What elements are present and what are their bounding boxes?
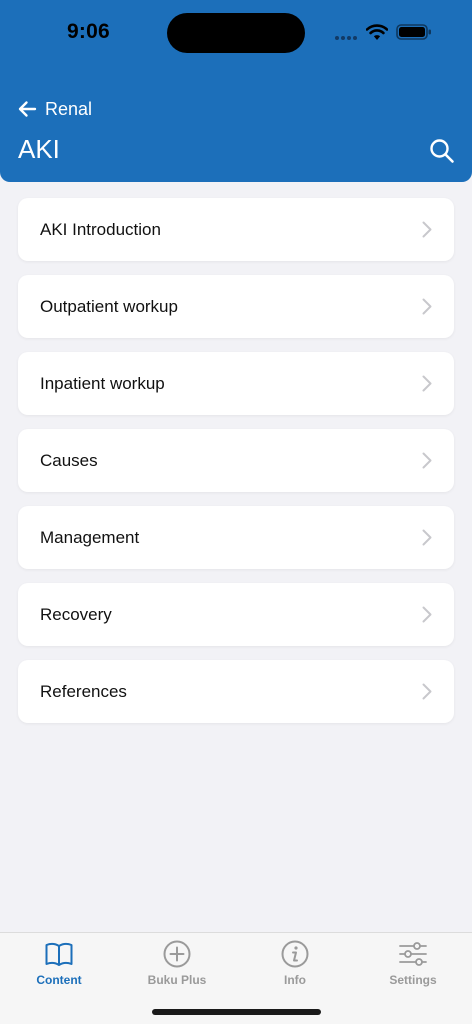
status-time: 9:06 (67, 20, 110, 43)
book-icon (45, 942, 73, 966)
search-icon[interactable] (428, 137, 456, 165)
list-item-label: Inpatient workup (40, 373, 165, 393)
chevron-right-icon (422, 375, 432, 392)
list-item-label: References (40, 681, 127, 701)
wifi-icon (366, 24, 388, 40)
list-item-recovery[interactable]: Recovery (18, 583, 454, 646)
tab-info[interactable]: Info (236, 939, 354, 999)
list-item-label: Causes (40, 450, 98, 470)
list-item-outpatient-workup[interactable]: Outpatient workup (18, 275, 454, 338)
dynamic-island (167, 13, 305, 53)
list-item-label: Management (40, 527, 140, 547)
arrow-left-icon (18, 101, 37, 117)
list-item-aki-introduction[interactable]: AKI Introduction (18, 198, 454, 261)
list-item-label: Recovery (40, 604, 112, 624)
battery-icon (396, 24, 431, 40)
chevron-right-icon (422, 683, 432, 700)
chevron-right-icon (422, 529, 432, 546)
cellular-signal-icon (335, 36, 359, 40)
list-item-references[interactable]: References (18, 660, 454, 723)
list-item-label: AKI Introduction (40, 219, 161, 239)
tab-settings[interactable]: Settings (354, 939, 472, 999)
back-label: Renal (45, 98, 93, 119)
topic-list: AKI Introduction Outpatient workup Inpat… (18, 198, 454, 737)
list-item-management[interactable]: Management (18, 506, 454, 569)
list-item-label: Outpatient workup (40, 296, 178, 316)
tab-content[interactable]: Content (0, 939, 118, 999)
chevron-right-icon (422, 298, 432, 315)
sliders-icon (399, 942, 427, 966)
list-item-causes[interactable]: Causes (18, 429, 454, 492)
page-title: AKI (18, 134, 60, 164)
home-indicator (152, 1009, 321, 1015)
tab-label: Info (284, 973, 306, 987)
chevron-right-icon (422, 606, 432, 623)
plus-circle-icon (163, 940, 191, 968)
tab-label: Content (36, 973, 82, 987)
tab-label: Settings (389, 973, 437, 987)
info-icon (281, 940, 309, 968)
list-item-inpatient-workup[interactable]: Inpatient workup (18, 352, 454, 415)
nav-header: 9:06 Renal AKI (0, 0, 472, 182)
tab-buku-plus[interactable]: Buku Plus (118, 939, 236, 999)
chevron-right-icon (422, 221, 432, 238)
back-button[interactable]: Renal (16, 96, 92, 122)
chevron-right-icon (422, 452, 432, 469)
tab-label: Buku Plus (147, 973, 207, 987)
